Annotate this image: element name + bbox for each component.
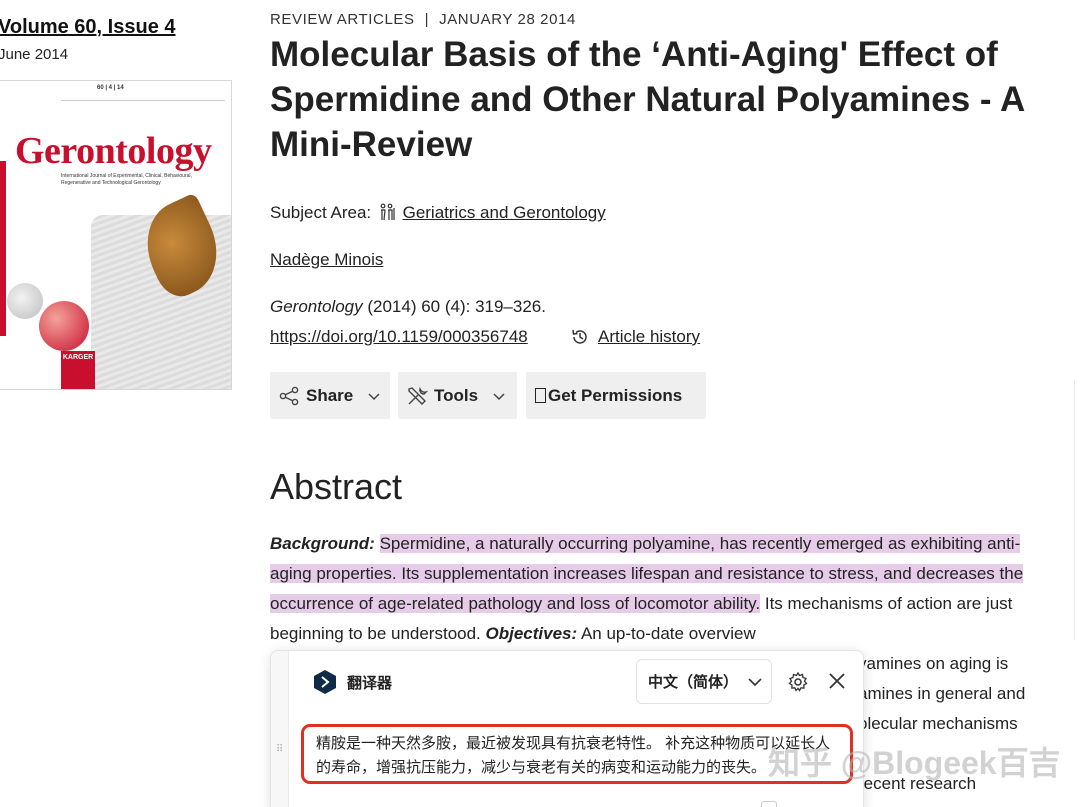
article-meta: REVIEW ARTICLES | JANUARY 28 2014 xyxy=(270,11,576,28)
share-icon xyxy=(279,386,299,405)
scrollbar-track[interactable] xyxy=(1074,380,1078,640)
abstract-fragment: olecular mechanisms xyxy=(858,714,1018,733)
close-icon[interactable] xyxy=(827,671,847,691)
author-link[interactable]: Nadège Minois xyxy=(270,250,383,270)
tools-button[interactable]: Tools xyxy=(398,372,517,419)
objectives-text: An up-to-date overview xyxy=(577,624,756,643)
issue-title-link[interactable]: Volume 60, Issue 4 xyxy=(0,16,176,39)
cover-subtitle: International Journal of Experimental, C… xyxy=(61,173,192,186)
chevron-down-icon xyxy=(368,392,380,400)
article-category: REVIEW ARTICLES xyxy=(270,11,415,28)
cover-issue-numbers: 60 | 4 | 14 xyxy=(97,85,124,91)
abstract-text: Background: Spermidine, a naturally occu… xyxy=(270,529,1060,649)
tools-label: Tools xyxy=(434,385,479,405)
share-label: Share xyxy=(306,385,354,405)
copy-icon[interactable] xyxy=(761,801,777,807)
history-icon xyxy=(572,329,587,344)
citation: Gerontology (2014) 60 (4): 319–326. xyxy=(270,297,546,317)
cover-journal-title: Gerontology xyxy=(15,130,212,172)
doi-link[interactable]: https://doi.org/10.1159/000356748 xyxy=(270,327,528,347)
permissions-icon xyxy=(535,388,546,403)
gear-icon[interactable] xyxy=(787,671,809,693)
share-button[interactable]: Share xyxy=(270,372,390,419)
abstract-fragment: yamines on aging is xyxy=(858,654,1009,673)
chevron-down-icon xyxy=(748,678,762,687)
chevron-down-icon xyxy=(493,392,505,400)
people-icon xyxy=(380,203,395,221)
meta-separator: | xyxy=(424,11,430,28)
drag-handle[interactable]: ⠿ xyxy=(271,651,289,807)
translator-logo-icon xyxy=(314,670,336,694)
article-history-link[interactable]: Article history xyxy=(598,327,700,347)
grip-icon: ⠿ xyxy=(276,744,285,755)
cover-red-bar xyxy=(0,161,6,336)
abstract-fragment: amines in general and xyxy=(858,684,1026,703)
subject-area: Subject Area: Geriatrics and Gerontology xyxy=(270,203,606,223)
issue-date: June 2014 xyxy=(0,46,69,63)
background-label: Background: xyxy=(270,534,375,553)
cover-header-strip xyxy=(61,87,225,101)
translator-name: 翻译器 xyxy=(347,675,393,692)
permissions-label: Get Permissions xyxy=(548,385,683,405)
cover-publisher-logo: KARGER xyxy=(61,351,95,389)
cover-sphere-graphic xyxy=(39,301,89,351)
article-history[interactable]: Article history xyxy=(570,327,700,347)
journal-cover-image[interactable]: 60 | 4 | 14 Gerontology International Jo… xyxy=(0,80,232,390)
article-title: Molecular Basis of the ‘Anti-Aging' Effe… xyxy=(270,35,1024,164)
cover-molecule-graphic xyxy=(7,283,43,319)
get-permissions-button[interactable]: Get Permissions xyxy=(526,372,706,419)
language-select[interactable]: 中文（简体） xyxy=(636,659,772,704)
citation-journal: Gerontology xyxy=(270,297,363,316)
abstract-heading: Abstract xyxy=(270,466,403,507)
subject-label: Subject Area: xyxy=(270,203,372,222)
watermark: 知乎 @Blogeek百吉 xyxy=(768,745,1061,781)
subject-link[interactable]: Geriatrics and Gerontology xyxy=(403,203,606,222)
citation-details: (2014) 60 (4): 319–326. xyxy=(362,297,546,316)
objectives-label: Objectives: xyxy=(485,624,578,643)
article-date: JANUARY 28 2014 xyxy=(439,11,576,28)
language-value: 中文（简体） xyxy=(648,674,739,691)
tools-icon xyxy=(408,386,428,405)
